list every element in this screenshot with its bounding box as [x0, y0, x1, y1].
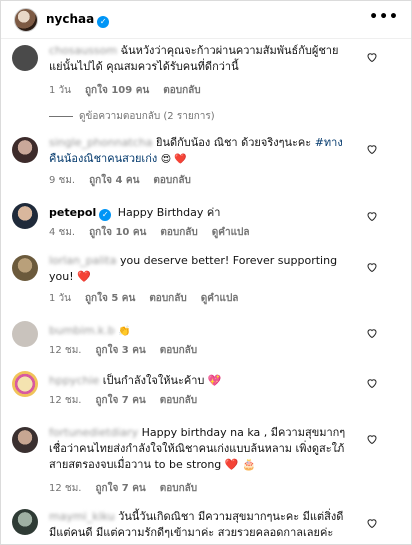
comment-item: single_phonnatcha ยินดีกับน้อง ณิชา ด้วย… — [1, 135, 411, 187]
comment-likes[interactable]: ถูกใจ 109 คน — [85, 85, 149, 96]
comment-text: เป็นกำลังใจให้นะค้าบ 💖 — [102, 374, 222, 387]
view-replies-label[interactable]: ดูข้อความตอบกลับ (2 รายการ) — [79, 111, 215, 122]
reply-button[interactable]: ตอบกลับ — [163, 85, 200, 96]
comment-body: chosaussom ฉันหวังว่าคุณจะก้าวผ่านความสั… — [49, 43, 349, 75]
commenter-avatar[interactable] — [12, 427, 38, 453]
translate-button[interactable]: ดูคำแปล — [201, 293, 239, 304]
commenter-avatar[interactable] — [12, 203, 38, 229]
comment-time: 12 ชม. — [49, 483, 82, 494]
comment-meta: 12 ชม. ถูกใจ 3 คน ตอบกลับ — [49, 343, 211, 358]
comment-likes[interactable]: ถูกใจ 7 คน — [95, 395, 145, 406]
comment-likes[interactable]: ถูกใจ 3 คน — [95, 345, 145, 356]
commenter-username[interactable]: petepol — [49, 206, 96, 219]
comment-text: ยินดีกับน้อง ณิชา ด้วยจริงๆนะคะ — [156, 136, 312, 149]
commenter-avatar[interactable] — [12, 321, 38, 347]
comment-body: lorlan_palita you deserve better! Foreve… — [49, 253, 349, 285]
comment-item: chosaussom ฉันหวังว่าคุณจะก้าวผ่านความสั… — [1, 43, 411, 103]
like-heart-icon[interactable] — [366, 143, 378, 155]
like-heart-icon[interactable] — [366, 517, 378, 529]
author-username[interactable]: nychaa ✓ — [46, 12, 110, 28]
commenter-username[interactable]: maymi_kiku — [49, 510, 115, 523]
comment-body: single_phonnatcha ยินดีกับน้อง ณิชา ด้วย… — [49, 135, 349, 168]
commenter-username[interactable]: fortunedietdiary — [49, 426, 138, 439]
reply-button[interactable]: ตอบกลับ — [160, 227, 197, 238]
post-header: nychaa ✓ ••• — [1, 1, 411, 39]
commenter-avatar[interactable] — [12, 45, 38, 71]
comment-time: 9 ชม. — [49, 175, 76, 186]
more-options-icon[interactable]: ••• — [369, 9, 399, 25]
comment-item: lorlan_palita you deserve better! Foreve… — [1, 253, 411, 307]
reply-button[interactable]: ตอบกลับ — [160, 345, 197, 356]
verified-badge-icon: ✓ — [97, 16, 110, 28]
comment-meta: 1 วัน ถูกใจ 5 คน ตอบกลับ ดูคำแปล — [49, 291, 252, 306]
like-heart-icon[interactable] — [366, 433, 378, 445]
commenter-username[interactable]: hppychie — [49, 374, 99, 387]
comment-body: fortunedietdiary Happy birthday na ka , … — [49, 425, 349, 473]
comment-item: petepol ✓ Happy Birthday ค่า 4 ชม. ถูกใจ 1… — [1, 203, 411, 243]
comment-time: 12 ชม. — [49, 345, 82, 356]
comment-body: bumbim.k.b 👏 — [49, 323, 349, 340]
comment-likes[interactable]: ถูกใจ 5 คน — [85, 293, 135, 304]
commenter-avatar[interactable] — [12, 509, 38, 535]
comment-text: 👏 — [118, 326, 131, 337]
comment-likes[interactable]: ถูกใจ 7 คน — [95, 483, 145, 494]
comment-time: 1 วัน — [49, 85, 71, 96]
commenter-avatar[interactable] — [12, 371, 38, 397]
reply-button[interactable]: ตอบกลับ — [160, 395, 197, 406]
like-heart-icon[interactable] — [366, 210, 378, 222]
view-replies-button[interactable]: ดูข้อความตอบกลับ (2 รายการ) — [49, 109, 215, 124]
reply-button[interactable]: ตอบกลับ — [153, 175, 190, 186]
author-username-text[interactable]: nychaa — [46, 12, 94, 26]
comment-item: bumbim.k.b 👏 12 ชม. ถูกใจ 3 คน ตอบกลับ — [1, 321, 411, 359]
translate-button[interactable]: ดูคำแปล — [212, 227, 250, 238]
commenter-avatar[interactable] — [12, 255, 38, 281]
comment-body: hppychie เป็นกำลังใจให้นะค้าบ 💖 — [49, 373, 349, 389]
author-avatar[interactable] — [14, 8, 38, 32]
like-heart-icon[interactable] — [366, 327, 378, 339]
instagram-comments-panel: nychaa ✓ ••• chosaussom ฉันหวังว่าคุณจะก้… — [0, 0, 412, 545]
comment-body: petepol ✓ Happy Birthday ค่า — [49, 205, 349, 221]
comment-item: fortunedietdiary Happy birthday na ka , … — [1, 425, 411, 495]
verified-badge-icon: ✓ — [99, 209, 112, 221]
like-heart-icon[interactable] — [366, 377, 378, 389]
comment-item: hppychie เป็นกำลังใจให้นะค้าบ 💖 12 ชม. ถู… — [1, 371, 411, 411]
reply-button[interactable]: ตอบกลับ — [160, 483, 197, 494]
comment-meta: 4 ชม. ถูกใจ 10 คน ตอบกลับ ดูคำแปล — [49, 225, 264, 240]
comment-emoji: 😍 ❤️ — [160, 154, 187, 165]
comment-likes[interactable]: ถูกใจ 10 คน — [89, 227, 146, 238]
comment-likes[interactable]: ถูกใจ 4 คน — [89, 175, 139, 186]
comment-time: 1 วัน — [49, 293, 71, 304]
comment-item: maymi_kiku วันนี้วันเกิดณิชา มีความสุขมา… — [1, 509, 411, 544]
reply-button[interactable]: ตอบกลับ — [149, 293, 186, 304]
commenter-username[interactable]: chosaussom — [49, 44, 117, 57]
replies-divider — [49, 115, 73, 117]
comment-meta: 12 ชม. ถูกใจ 7 คน ตอบกลับ — [49, 481, 211, 496]
commenter-username[interactable]: single_phonnatcha — [49, 136, 153, 149]
like-heart-icon[interactable] — [366, 51, 378, 63]
commenter-username[interactable]: bumbim.k.b — [49, 324, 115, 337]
comment-body: maymi_kiku วันนี้วันเกิดณิชา มีความสุขมา… — [49, 509, 349, 541]
comment-meta: 9 ชม. ถูกใจ 4 คน ตอบกลับ — [49, 173, 205, 188]
commenter-username[interactable]: lorlan_palita — [49, 254, 116, 267]
commenter-avatar[interactable] — [12, 137, 38, 163]
comment-meta: 1 วัน ถูกใจ 109 คน ตอบกลับ — [49, 83, 215, 98]
comment-time: 12 ชม. — [49, 395, 82, 406]
comment-meta: 12 ชม. ถูกใจ 7 คน ตอบกลับ — [49, 393, 211, 408]
comment-time: 4 ชม. — [49, 227, 76, 238]
comment-text: Happy Birthday ค่า — [117, 206, 221, 219]
like-heart-icon[interactable] — [366, 261, 378, 273]
